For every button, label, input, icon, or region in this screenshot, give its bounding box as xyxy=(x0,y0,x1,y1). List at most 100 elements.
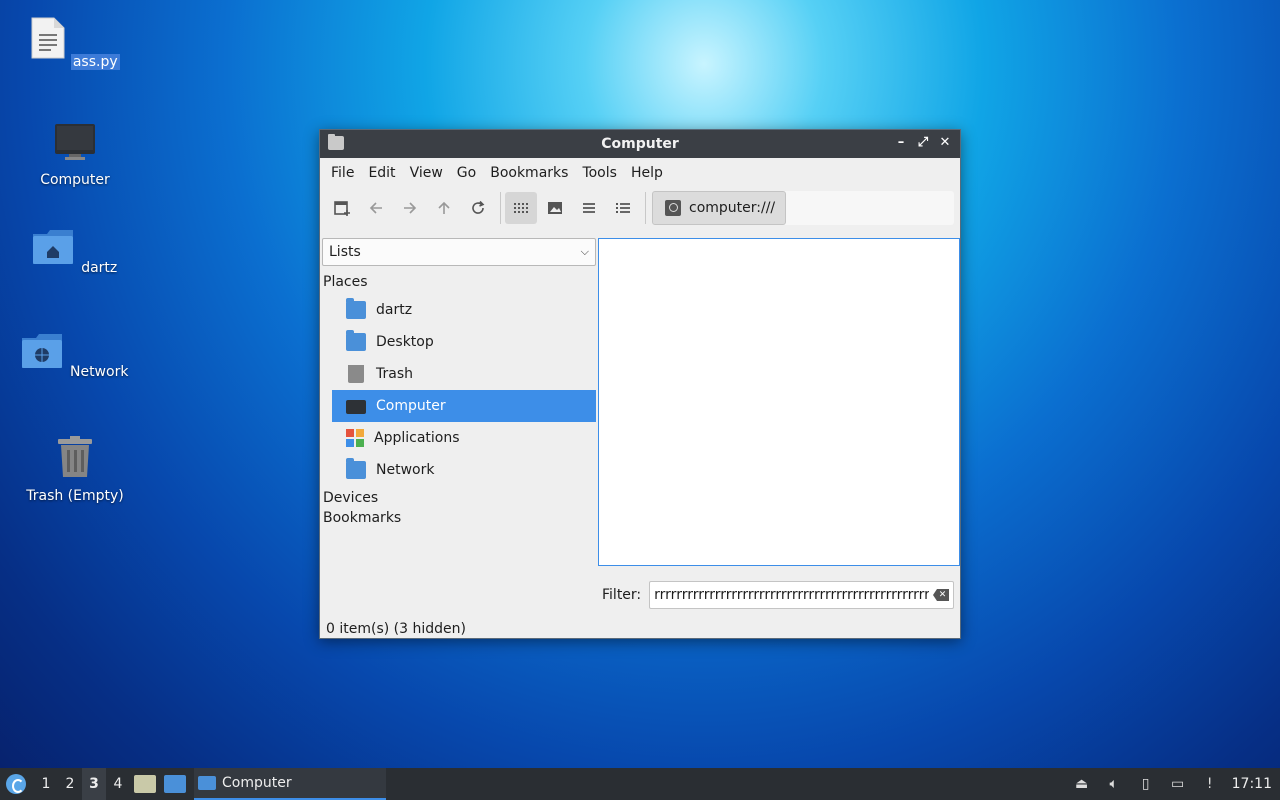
applications-icon xyxy=(346,429,364,447)
thumbnail-view-button[interactable] xyxy=(539,192,571,224)
toolbar-separator xyxy=(645,192,646,224)
sidebar-item-computer[interactable]: Computer xyxy=(332,390,596,422)
up-button[interactable] xyxy=(428,192,460,224)
sidebar-item-dartz[interactable]: dartz xyxy=(332,294,596,326)
desktop-folder-icon xyxy=(346,330,366,351)
toolbar: computer:/// xyxy=(320,188,960,228)
computer-icon xyxy=(55,124,95,160)
thumbnail-view-icon xyxy=(548,202,562,214)
compact-view-button[interactable] xyxy=(573,192,605,224)
window-controls: – ⤢ ✕ xyxy=(892,134,954,152)
menu-help[interactable]: Help xyxy=(624,165,670,181)
desktop-icon-network[interactable]: Network xyxy=(15,332,135,380)
forward-icon xyxy=(404,202,417,214)
network-icon[interactable]: ▭ xyxy=(1167,775,1189,793)
workspace-2[interactable]: 2 xyxy=(58,776,82,792)
workspace-3[interactable]: 3 xyxy=(82,768,106,800)
file-manager-window: Computer – ⤢ ✕ File Edit View Go Bookmar… xyxy=(319,129,961,639)
path-button-computer[interactable]: computer:/// xyxy=(652,191,787,225)
menu-tools[interactable]: Tools xyxy=(575,165,624,181)
desktop-icon-label: Trash (Empty) xyxy=(26,488,124,504)
taskbar: 1 2 3 4 Computer ⏏ 🔈︎ ▯ ▭ ! 17:11 xyxy=(0,768,1280,800)
sidebar-item-label: Applications xyxy=(374,430,460,446)
side-pane-selector[interactable]: Lists ⌵ xyxy=(322,238,596,266)
title-bar[interactable]: Computer – ⤢ ✕ xyxy=(320,130,960,158)
toolbar-separator xyxy=(500,192,501,224)
volume-icon[interactable]: 🔈︎ xyxy=(1103,775,1125,793)
trash-icon xyxy=(348,365,364,383)
up-icon xyxy=(438,201,450,214)
computer-icon xyxy=(346,400,366,414)
sidebar-item-applications[interactable]: Applications xyxy=(332,422,596,454)
menu-edit[interactable]: Edit xyxy=(361,165,402,181)
menu-view[interactable]: View xyxy=(403,165,450,181)
places-heading[interactable]: Places xyxy=(322,266,596,290)
menu-bookmarks[interactable]: Bookmarks xyxy=(483,165,575,181)
taskbar-item-computer[interactable]: Computer xyxy=(194,768,386,800)
file-manager-launcher-icon[interactable] xyxy=(134,775,156,793)
back-button[interactable] xyxy=(360,192,392,224)
eject-icon[interactable]: ⏏ xyxy=(1071,775,1093,793)
desktop-icon-computer[interactable]: Computer xyxy=(15,122,135,188)
network-folder-icon xyxy=(346,458,366,479)
sidebar-item-network[interactable]: Network xyxy=(332,454,596,486)
filter-input-value: rrrrrrrrrrrrrrrrrrrrrrrrrrrrrrrrrrrrrrrr… xyxy=(654,587,929,603)
path-bar: computer:/// xyxy=(652,191,954,225)
path-label: computer:/// xyxy=(689,200,776,216)
filter-bar: Filter: rrrrrrrrrrrrrrrrrrrrrrrrrrrrrrrr… xyxy=(602,581,954,609)
desktop-icon-dartz[interactable]: dartz xyxy=(15,228,135,276)
window-title: Computer xyxy=(601,136,679,152)
forward-button[interactable] xyxy=(394,192,426,224)
desktop-icon-ass-py[interactable]: ass.py xyxy=(15,16,135,70)
menu-file[interactable]: File xyxy=(324,165,361,181)
minimize-button[interactable]: – xyxy=(892,134,910,152)
trash-icon xyxy=(58,436,92,477)
menu-bar: File Edit View Go Bookmarks Tools Help xyxy=(320,158,960,188)
start-logo-icon xyxy=(6,774,26,794)
desktop-icon-label: Computer xyxy=(40,172,110,188)
close-button[interactable]: ✕ xyxy=(936,134,954,152)
clipboard-icon[interactable]: ▯ xyxy=(1135,775,1157,793)
clock[interactable]: 17:11 xyxy=(1232,776,1272,792)
icon-view-button[interactable] xyxy=(505,192,537,224)
text-file-icon xyxy=(31,17,65,59)
status-bar: 0 item(s) (3 hidden) xyxy=(326,621,466,637)
reload-button[interactable] xyxy=(462,192,494,224)
folder-icon xyxy=(198,776,216,790)
drive-icon xyxy=(665,200,681,216)
sidebar-item-desktop[interactable]: Desktop xyxy=(332,326,596,358)
reload-icon xyxy=(472,200,485,214)
workspace-1[interactable]: 1 xyxy=(34,776,58,792)
sidebar-item-label: Desktop xyxy=(376,334,434,350)
maximize-button[interactable]: ⤢ xyxy=(914,134,932,152)
system-tray: ⏏ 🔈︎ ▯ ▭ ! 17:11 xyxy=(1066,768,1280,800)
notification-icon[interactable]: ! xyxy=(1199,775,1221,793)
sidebar-item-label: Trash xyxy=(376,366,413,382)
file-list-view[interactable] xyxy=(598,238,960,566)
sidebar-item-label: Computer xyxy=(376,398,446,414)
desktop-icon-label: dartz xyxy=(81,260,118,276)
home-folder-icon xyxy=(32,230,73,264)
bookmarks-heading[interactable]: Bookmarks xyxy=(322,506,596,526)
back-icon xyxy=(369,202,382,214)
chevron-down-icon: ⌵ xyxy=(580,245,589,258)
desktop-icon-trash[interactable]: Trash (Empty) xyxy=(15,436,135,504)
network-folder-icon xyxy=(21,334,62,368)
new-tab-icon xyxy=(334,201,350,216)
start-menu-button[interactable] xyxy=(0,768,32,800)
devices-heading[interactable]: Devices xyxy=(322,486,596,506)
desktop-launcher-icon[interactable] xyxy=(164,775,186,793)
new-tab-button[interactable] xyxy=(326,192,358,224)
desktop-icon-label: Network xyxy=(69,364,129,380)
detailed-list-button[interactable] xyxy=(607,192,639,224)
taskbar-item-label: Computer xyxy=(222,775,292,791)
clear-icon[interactable]: ✕ xyxy=(933,589,949,601)
menu-go[interactable]: Go xyxy=(450,165,483,181)
filter-input[interactable]: rrrrrrrrrrrrrrrrrrrrrrrrrrrrrrrrrrrrrrrr… xyxy=(649,581,954,609)
sidebar-item-trash[interactable]: Trash xyxy=(332,358,596,390)
sidebar: Lists ⌵ Places dartz Desktop Trash Compu… xyxy=(322,238,596,608)
workspace-4[interactable]: 4 xyxy=(106,776,130,792)
side-pane-selector-value: Lists xyxy=(329,244,361,260)
home-folder-icon xyxy=(346,298,366,319)
desktop-icon-label: ass.py xyxy=(70,54,120,70)
